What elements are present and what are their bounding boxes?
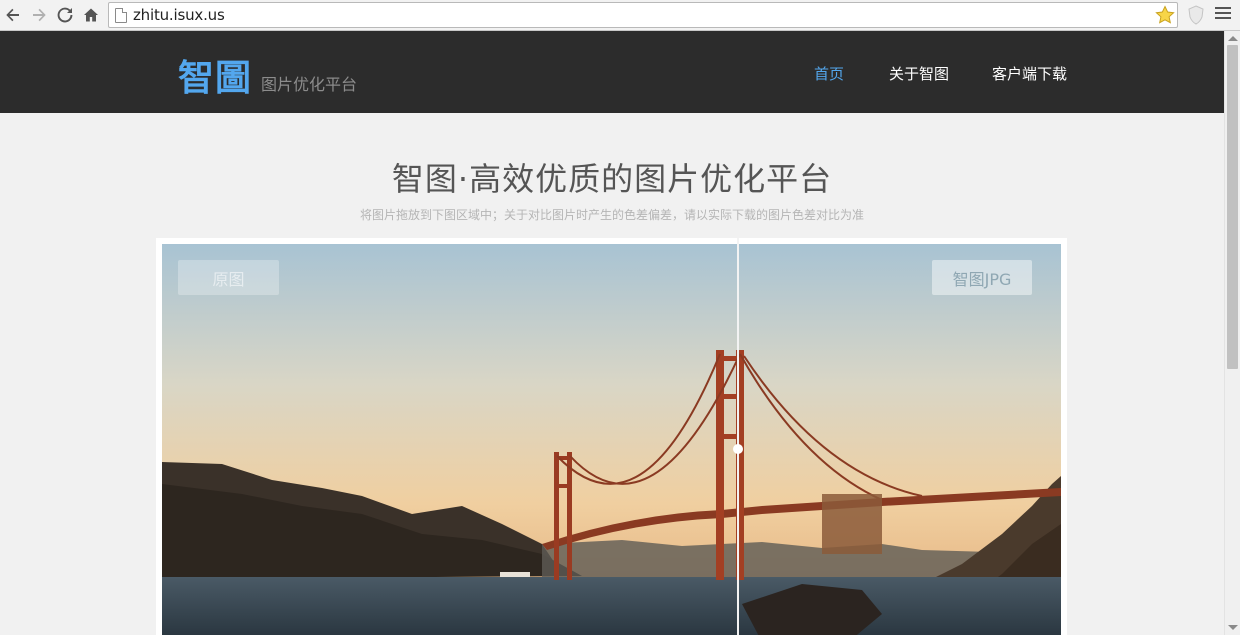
menu-icon[interactable] [1215,7,1231,23]
site-header: 智圖 图片优化平台 首页 关于智图 客户端下载 [0,31,1224,113]
page-scrollbar[interactable] [1224,31,1240,635]
bridge-photo [162,244,1061,635]
reload-icon[interactable] [54,4,76,26]
nav-home[interactable]: 首页 [814,63,844,84]
forward-icon[interactable] [28,4,50,26]
page-subtitle: 将图片拖放到下图区域中；关于对比图片时产生的色差偏差，请以实际下载的图片色差对比… [359,208,864,222]
scroll-up-arrow-icon[interactable] [1228,36,1238,41]
browser-toolbar: zhitu.isux.us [0,0,1240,31]
back-icon[interactable] [2,4,24,26]
nav-download[interactable]: 客户端下载 [992,63,1067,84]
compare-divider[interactable] [737,238,739,635]
url-text[interactable]: zhitu.isux.us [133,6,225,24]
scroll-thumb[interactable] [1227,45,1238,369]
site-logo[interactable]: 智圖 [178,49,252,101]
extension-shield-icon[interactable] [1187,5,1205,25]
compare-drag-handle[interactable] [733,444,743,454]
address-bar[interactable]: zhitu.isux.us [108,2,1178,28]
zhitu-jpg-label: 智图JPG [932,260,1032,295]
bookmark-star-icon[interactable] [1155,5,1175,25]
page-icon [115,7,127,23]
site-tagline: 图片优化平台 [261,75,358,94]
original-image-label: 原图 [178,260,279,295]
nav-about[interactable]: 关于智图 [889,63,949,84]
home-icon[interactable] [80,4,102,26]
image-compare-dropzone[interactable]: 原图 智图JPG [156,238,1067,635]
page-title: 智图·高效优质的图片优化平台 [391,160,833,198]
scroll-down-arrow-icon[interactable] [1228,625,1238,630]
